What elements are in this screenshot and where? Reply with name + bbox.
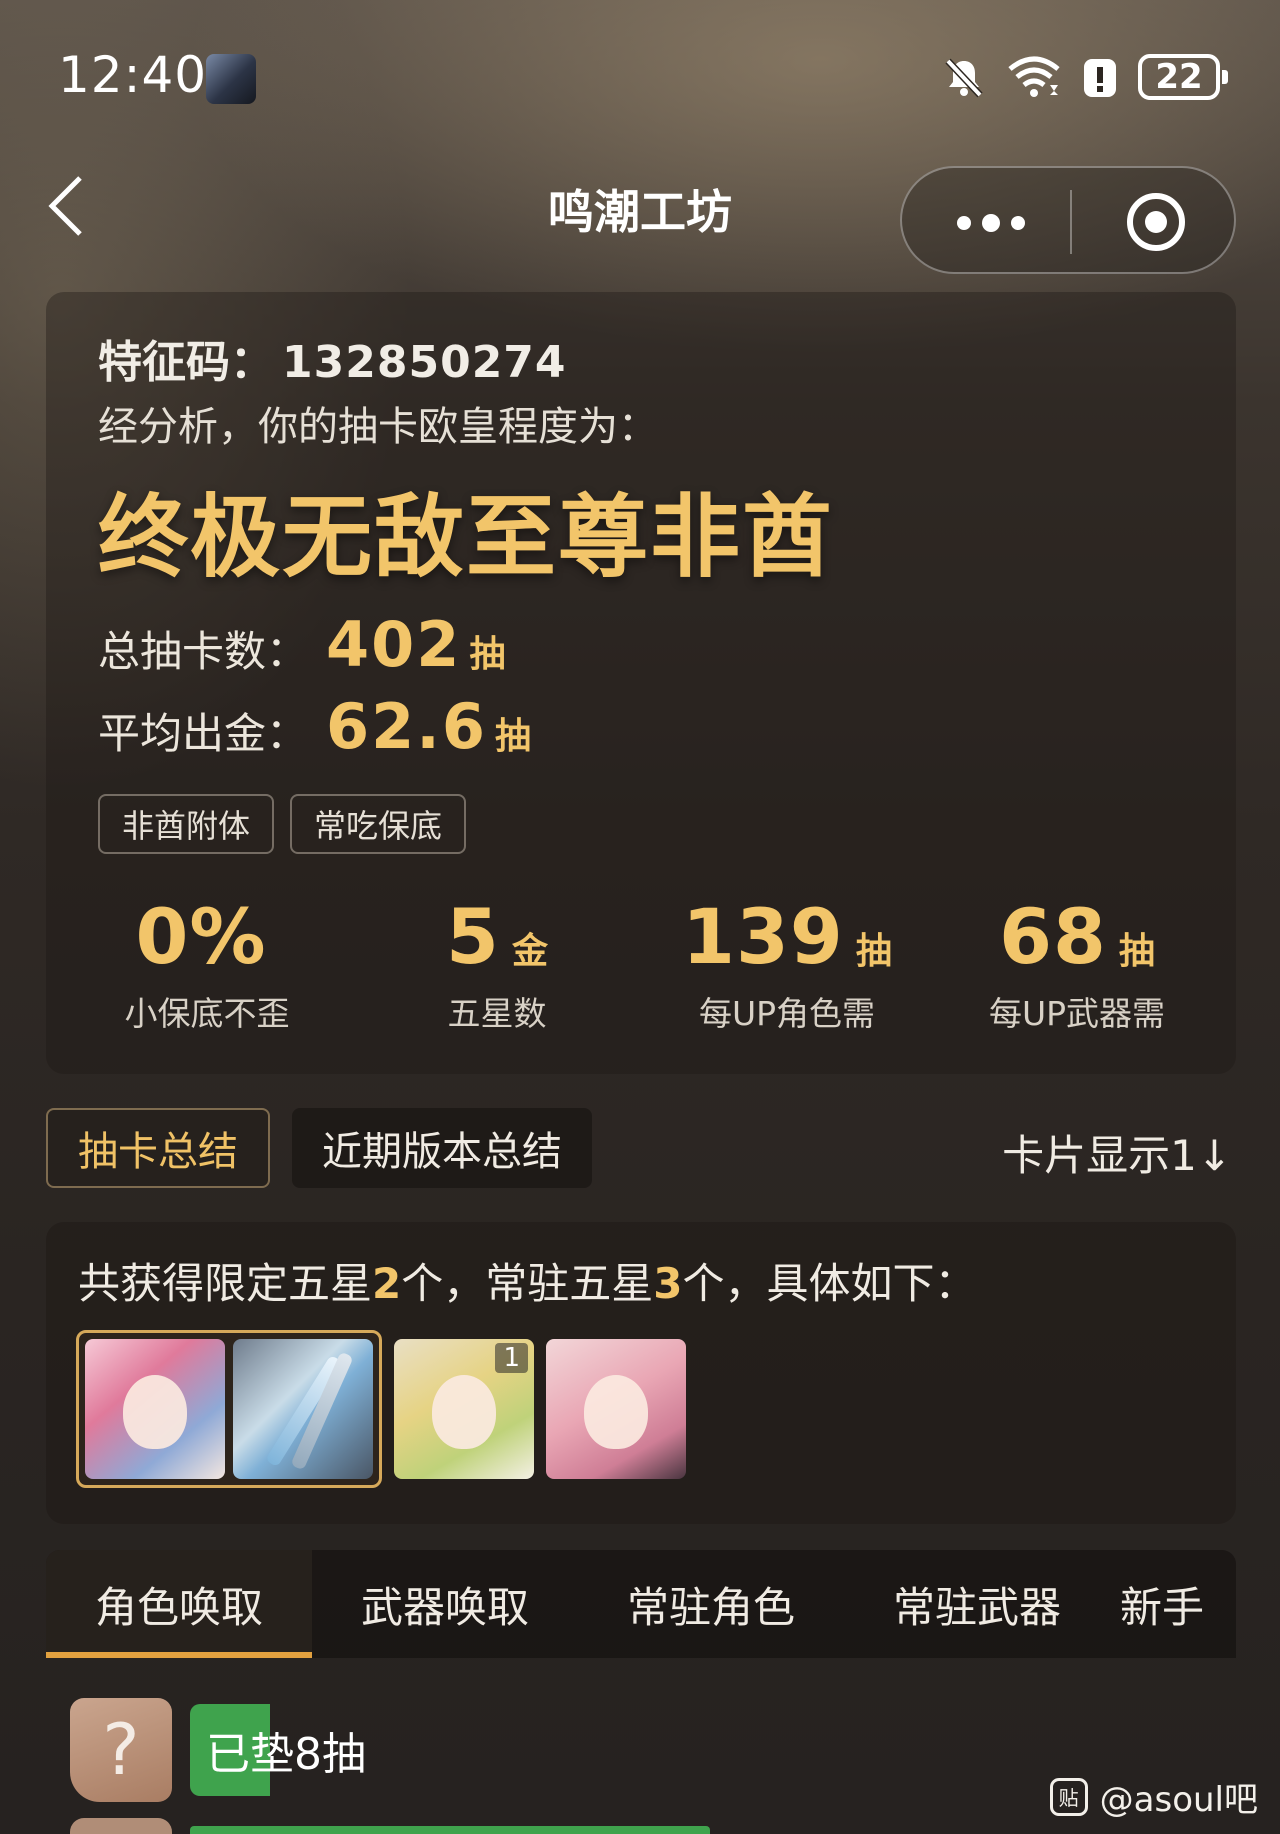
feature-code: 特征码： 132850274 [98, 326, 567, 390]
pity-badge: 已垫8抽 [190, 1704, 380, 1796]
target-circle-icon [1127, 193, 1185, 251]
chevron-left-icon [48, 176, 82, 236]
duplicate-count-badge: 1 [495, 1343, 528, 1373]
five-star-card: 共获得限定五星2个，常驻五星3个，具体如下： 1 [46, 1222, 1236, 1524]
section-tabs: 抽卡总结 近期版本总结 [46, 1108, 592, 1188]
metric-value: 139 [682, 892, 844, 981]
metric-no-lose-5050: 0% 小保底不歪 [62, 892, 352, 1035]
total-pulls-value: 402 [326, 608, 462, 681]
tab-character-convene[interactable]: 角色唤取 [46, 1550, 312, 1658]
five-star-summary: 共获得限定五星2个，常驻五星3个，具体如下： [78, 1250, 977, 1311]
more-button[interactable] [952, 208, 1052, 238]
tag-list: 非酋附体 常吃保底 [98, 794, 467, 854]
summary-suffix: 个，具体如下： [682, 1259, 977, 1308]
character-thumbnail[interactable] [85, 1339, 225, 1479]
tab-standard-character[interactable]: 常驻角色 [578, 1550, 844, 1658]
card-display-toggle[interactable]: 卡片显示1↓ [1002, 1122, 1232, 1183]
total-pulls: 总抽卡数： 402 抽 [98, 608, 505, 681]
metric-value: 68 [999, 892, 1107, 981]
character-thumbnail[interactable]: 1 [394, 1339, 534, 1479]
rank-title: 终极无敌至尊非酋 [98, 485, 834, 590]
metric-label: 每UP武器需 [988, 994, 1166, 1033]
question-mark-icon: ? [102, 1709, 140, 1791]
summary-prefix: 共获得限定五星 [78, 1259, 373, 1308]
status-icons: 22 [942, 54, 1228, 100]
list-item-avatar [70, 1818, 172, 1834]
tag: 非酋附体 [98, 794, 275, 854]
tieba-logo-icon: 贴 [1049, 1777, 1088, 1816]
summary-mid: 个，常驻五星 [401, 1259, 654, 1308]
more-dots-icon [957, 214, 1025, 232]
feature-code-label: 特征码： [98, 337, 274, 388]
watermark-text: @asoul吧 [1099, 1780, 1258, 1820]
tab-pull-summary[interactable]: 抽卡总结 [46, 1108, 270, 1188]
summary-card: 特征码： 132850274 经分析，你的抽卡欧皇程度为： 终极无敌至尊非酋 总抽… [46, 292, 1236, 1074]
metric-label: 每UP角色需 [698, 994, 876, 1033]
list-item-bar [190, 1826, 710, 1834]
wifi-icon [1008, 56, 1060, 97]
standard-count: 3 [653, 1259, 683, 1308]
average-gold-unit: 抽 [495, 716, 532, 757]
bell-off-icon [945, 58, 983, 98]
character-thumbnail[interactable] [546, 1339, 686, 1479]
metric-value: 0% [135, 892, 267, 981]
tag: 常吃保底 [290, 794, 467, 854]
metric-per-up-character: 139 抽 每UP角色需 [642, 892, 932, 1035]
metric-label: 五星数 [447, 994, 547, 1033]
miniapp-capsule [900, 166, 1236, 274]
metric-unit: 抽 [855, 931, 892, 972]
unknown-avatar: ? [70, 1698, 172, 1802]
metric-per-up-weapon: 68 抽 每UP武器需 [932, 892, 1222, 1035]
close-miniapp-button[interactable] [1124, 190, 1188, 254]
weapon-thumbnail[interactable] [233, 1339, 373, 1479]
average-gold-label: 平均出金： [98, 709, 309, 758]
active-tab-indicator [46, 1652, 312, 1658]
tab-recent-version-summary[interactable]: 近期版本总结 [292, 1108, 592, 1188]
metrics-row: 0% 小保底不歪 5金 五星数 139 抽 每UP角色需 68 抽 每UP武器需 [46, 892, 1236, 1035]
capsule-divider [1070, 190, 1072, 254]
feature-code-value: 132850274 [282, 337, 567, 388]
average-gold-value: 62.6 [326, 690, 487, 763]
metric-unit: 金 [511, 931, 548, 972]
pool-tabs: 角色唤取 武器唤取 常驻角色 常驻武器 新手 [46, 1550, 1236, 1658]
status-bar: 12:40 22 [0, 0, 1280, 160]
average-gold: 平均出金： 62.6 抽 [98, 690, 531, 763]
character-portrait [432, 1375, 496, 1449]
character-portrait [584, 1375, 648, 1449]
watermark: 贴 @asoul吧 [1049, 1772, 1258, 1821]
pity-row: ? 已垫8抽 [70, 1698, 380, 1802]
status-time: 12:40 [58, 46, 208, 104]
total-pulls-label: 总抽卡数： [98, 627, 309, 676]
character-portrait [123, 1375, 187, 1449]
battery-icon: 22 [1138, 54, 1228, 100]
limited-combo[interactable] [76, 1330, 382, 1488]
metric-unit: 抽 [1118, 931, 1155, 972]
analysis-text: 经分析，你的抽卡欧皇程度为： [98, 404, 658, 450]
limited-count: 2 [372, 1259, 402, 1308]
metric-label: 小保底不歪 [124, 994, 290, 1033]
tab-beginner[interactable]: 新手 [1110, 1550, 1236, 1658]
alert-icon [1084, 59, 1116, 97]
back-button[interactable] [40, 170, 100, 240]
battery-level: 22 [1155, 57, 1203, 97]
page-title: 鸣潮工坊 [548, 185, 732, 239]
metric-five-star-count: 5金 五星数 [352, 892, 642, 1035]
five-star-thumbnails: 1 [76, 1330, 686, 1488]
metric-value: 5 [446, 892, 500, 981]
total-pulls-unit: 抽 [469, 634, 506, 675]
avatar-icon [206, 54, 256, 104]
tab-standard-weapon[interactable]: 常驻武器 [844, 1550, 1110, 1658]
tab-weapon-convene[interactable]: 武器唤取 [312, 1550, 578, 1658]
